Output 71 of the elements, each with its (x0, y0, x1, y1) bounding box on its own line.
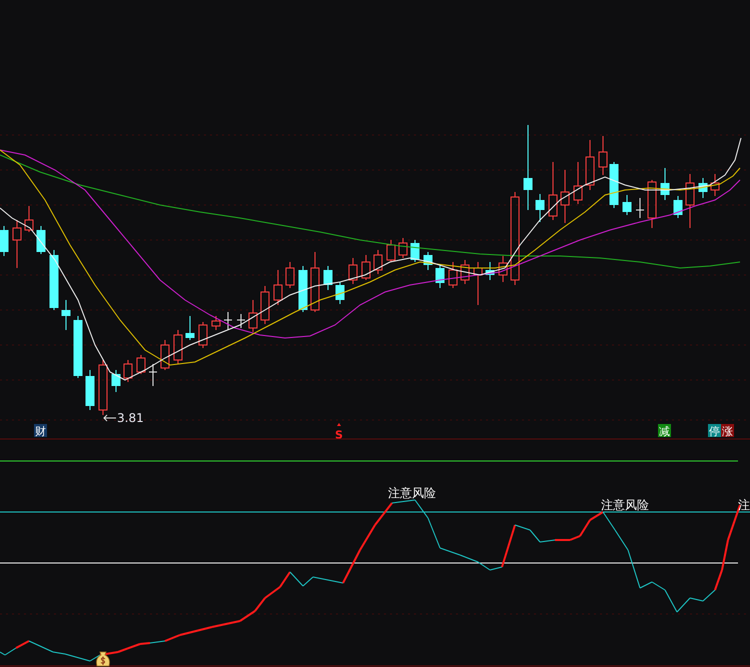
candlestick (112, 370, 120, 392)
candlestick (50, 250, 58, 310)
candlestick (622, 194, 632, 216)
candlestick (298, 266, 308, 312)
candlestick (136, 354, 146, 374)
indicator-line-segment (264, 586, 281, 599)
candlestick (362, 254, 370, 280)
signal-tag: 财 (34, 424, 47, 438)
candlestick (486, 262, 494, 280)
candlestick (124, 360, 132, 382)
candlestick (548, 162, 558, 220)
candlestick (324, 266, 332, 290)
risk-warning-label: 注 (738, 498, 750, 512)
candlestick (260, 286, 270, 324)
candlestick (498, 256, 508, 282)
candlestick (636, 198, 644, 218)
candlestick (374, 250, 382, 274)
candlestick (386, 240, 396, 262)
money-bag-icon (96, 652, 110, 666)
candlestick (348, 258, 358, 284)
candlestick (98, 360, 108, 416)
signal-tag: 停 (708, 424, 721, 438)
candlestick (674, 196, 682, 218)
candlestick (336, 282, 344, 304)
candlestick (174, 330, 182, 364)
sell-signal-letter: S (335, 428, 343, 442)
candlestick (160, 340, 170, 370)
candlestick (474, 262, 482, 306)
low-price-label: 3.81 (117, 411, 144, 425)
candlestick (0, 226, 8, 256)
candlestick (224, 312, 232, 330)
indicator-line-segment (254, 597, 266, 612)
candlestick (460, 260, 470, 284)
candlestick (86, 370, 94, 410)
candlestick (574, 162, 582, 204)
signal-tag: 减 (658, 424, 671, 438)
candlestick (36, 226, 46, 254)
candlestick (212, 316, 220, 330)
candlestick (560, 170, 570, 224)
candlestick (536, 194, 544, 222)
indicator-line-segment (359, 524, 376, 551)
candlestick (660, 168, 670, 200)
candlestick (186, 316, 194, 340)
left-arrow-icon (103, 414, 116, 422)
candlestick (436, 264, 444, 288)
candlestick (198, 322, 208, 348)
candlestick (148, 364, 158, 386)
candlestick (686, 174, 694, 228)
candlestick (310, 252, 320, 312)
candlestick (248, 300, 258, 332)
candlestick (398, 238, 408, 258)
candlestick (424, 252, 432, 270)
candlestick (610, 162, 618, 208)
candlestick (274, 270, 282, 306)
candlestick (598, 136, 608, 176)
indicator-line-segment (279, 571, 291, 588)
candlestick (12, 220, 22, 268)
candlestick (24, 206, 34, 232)
up-arrow-icon (337, 423, 341, 426)
candlestick (448, 262, 458, 288)
candlestick (648, 180, 656, 228)
candlestick (286, 262, 294, 288)
candlestick (586, 140, 594, 190)
risk-warning-label: 注意风险 (601, 498, 649, 512)
candlestick (698, 178, 708, 198)
signal-tag: 涨 (721, 424, 734, 438)
candlestick (74, 316, 82, 378)
candlestick (62, 300, 70, 330)
candlestick (710, 174, 720, 196)
risk-warning-label: 注意风险 (388, 486, 436, 500)
candlestick (236, 314, 246, 328)
